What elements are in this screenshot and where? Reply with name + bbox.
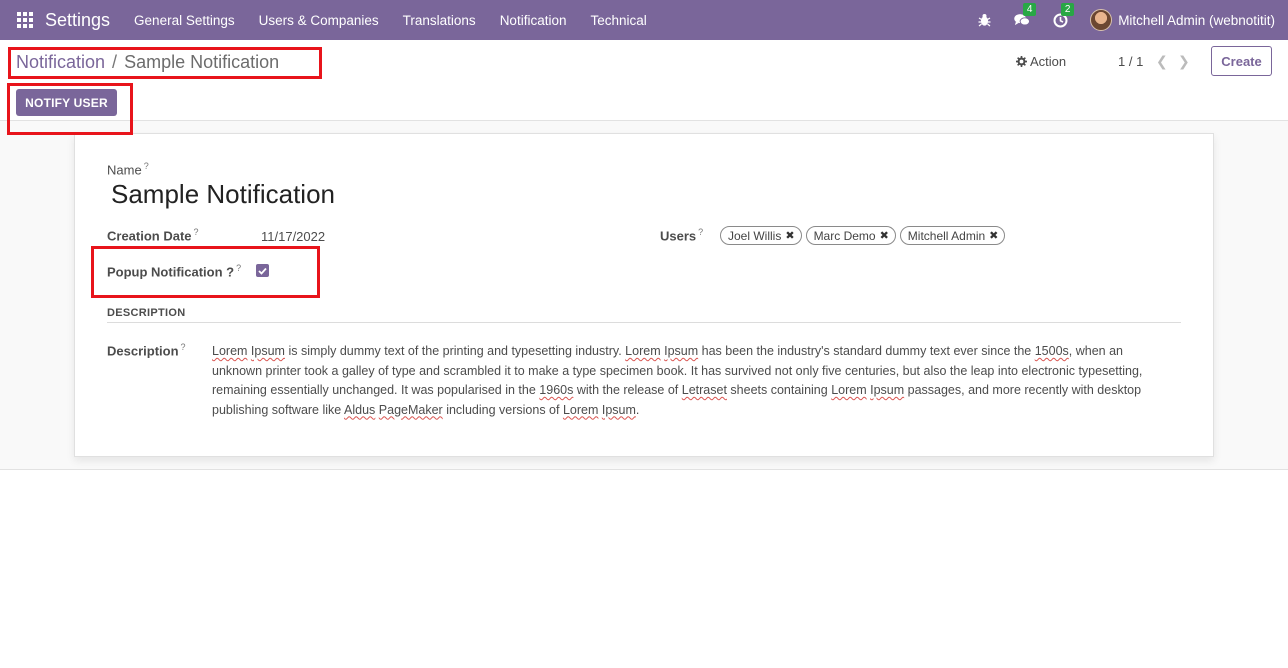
menu-technical[interactable]: Technical: [578, 13, 658, 28]
remove-tag-icon[interactable]: ✖: [989, 229, 998, 242]
breadcrumb-current: Sample Notification: [124, 52, 280, 72]
top-navbar: Settings General Settings Users & Compan…: [0, 0, 1288, 40]
avatar[interactable]: [1090, 9, 1113, 31]
creation-date-label: Creation Date?: [107, 227, 199, 244]
popup-notification-label: Popup Notification ??: [107, 263, 242, 280]
menu-general-settings[interactable]: General Settings: [122, 13, 247, 28]
description-field[interactable]: Lorem Ipsum is simply dummy text of the …: [212, 342, 1162, 420]
action-label: Action: [1030, 54, 1067, 69]
users-label: Users?: [660, 227, 704, 244]
app-title[interactable]: Settings: [45, 10, 110, 31]
bug-icon[interactable]: [976, 12, 992, 28]
user-menu[interactable]: Mitchell Admin (webnotitit): [1118, 13, 1275, 28]
remove-tag-icon[interactable]: ✖: [785, 229, 794, 242]
breadcrumb-separator: /: [112, 52, 118, 72]
breadcrumb: Notification / Sample Notification: [16, 52, 279, 73]
popup-notification-checkbox[interactable]: [256, 264, 269, 277]
user-tag[interactable]: Mitchell Admin ✖: [899, 226, 1006, 245]
name-field[interactable]: Sample Notification: [111, 179, 335, 210]
creation-date-value: 11/17/2022: [261, 229, 326, 244]
description-section-title: DESCRIPTION: [107, 307, 186, 319]
user-tag[interactable]: Joel Willis ✖: [720, 226, 802, 245]
remove-tag-icon[interactable]: ✖: [880, 229, 889, 242]
apps-icon[interactable]: [17, 12, 33, 28]
breadcrumb-parent[interactable]: Notification: [16, 52, 105, 73]
pager-value[interactable]: 1 / 1: [1118, 54, 1143, 69]
pager-next-icon[interactable]: ❯: [1178, 53, 1190, 70]
check-icon: [258, 267, 267, 275]
menu-translations[interactable]: Translations: [391, 13, 488, 28]
gear-icon: [1016, 56, 1027, 67]
create-button[interactable]: Create: [1211, 46, 1272, 76]
action-dropdown[interactable]: Action: [1016, 54, 1066, 69]
section-divider: [107, 322, 1181, 323]
description-label: Description?: [107, 342, 186, 359]
messages-badge: 4: [1023, 3, 1037, 16]
pager-previous-icon[interactable]: ❮: [1156, 53, 1168, 70]
control-panel: Notification / Sample Notification Actio…: [0, 40, 1288, 121]
clock-icon[interactable]: 2: [1052, 3, 1075, 28]
chat-icon[interactable]: 4: [1014, 3, 1037, 28]
name-label: Name?: [107, 161, 149, 178]
menu-users-companies[interactable]: Users & Companies: [247, 13, 391, 28]
menu-notification[interactable]: Notification: [488, 13, 579, 28]
notify-user-button[interactable]: NOTIFY USER: [16, 89, 117, 116]
activities-badge: 2: [1061, 3, 1075, 16]
user-tag[interactable]: Marc Demo ✖: [805, 226, 896, 245]
users-tags[interactable]: Joel Willis ✖ Marc Demo ✖ Mitchell Admin ✖: [720, 226, 1009, 245]
form-sheet: Name? Sample Notification Creation Date?…: [74, 133, 1214, 457]
form-view: Name? Sample Notification Creation Date?…: [0, 121, 1288, 470]
